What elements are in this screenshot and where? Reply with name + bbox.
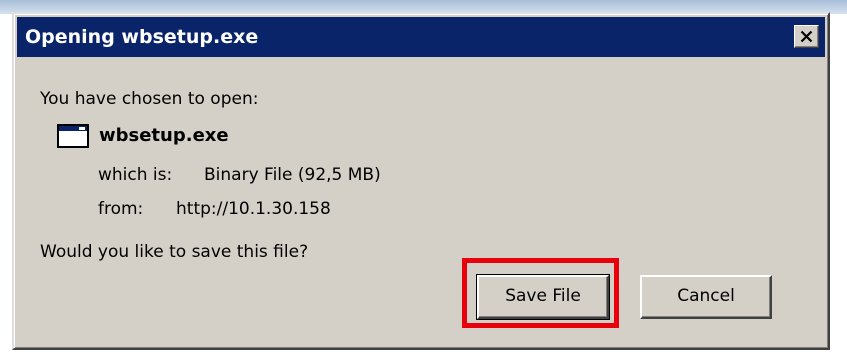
cancel-button[interactable]: Cancel	[640, 275, 772, 319]
file-source-value: http://10.1.30.158	[176, 199, 331, 219]
close-button[interactable]	[794, 25, 819, 48]
dialog-title: Opening wbsetup.exe	[25, 26, 259, 48]
close-icon	[800, 30, 813, 43]
title-bar[interactable]: Opening wbsetup.exe	[17, 17, 825, 57]
save-question: Would you like to save this file?	[40, 242, 309, 262]
application-window-icon	[57, 124, 89, 148]
file-type-value: Binary File (92,5 MB)	[204, 165, 381, 185]
intro-text: You have chosen to open:	[40, 89, 259, 109]
file-type-label: which is:	[98, 165, 173, 185]
file-source-label: from:	[98, 199, 144, 219]
save-file-button[interactable]: Save File	[476, 274, 610, 320]
file-name: wbsetup.exe	[99, 125, 229, 146]
